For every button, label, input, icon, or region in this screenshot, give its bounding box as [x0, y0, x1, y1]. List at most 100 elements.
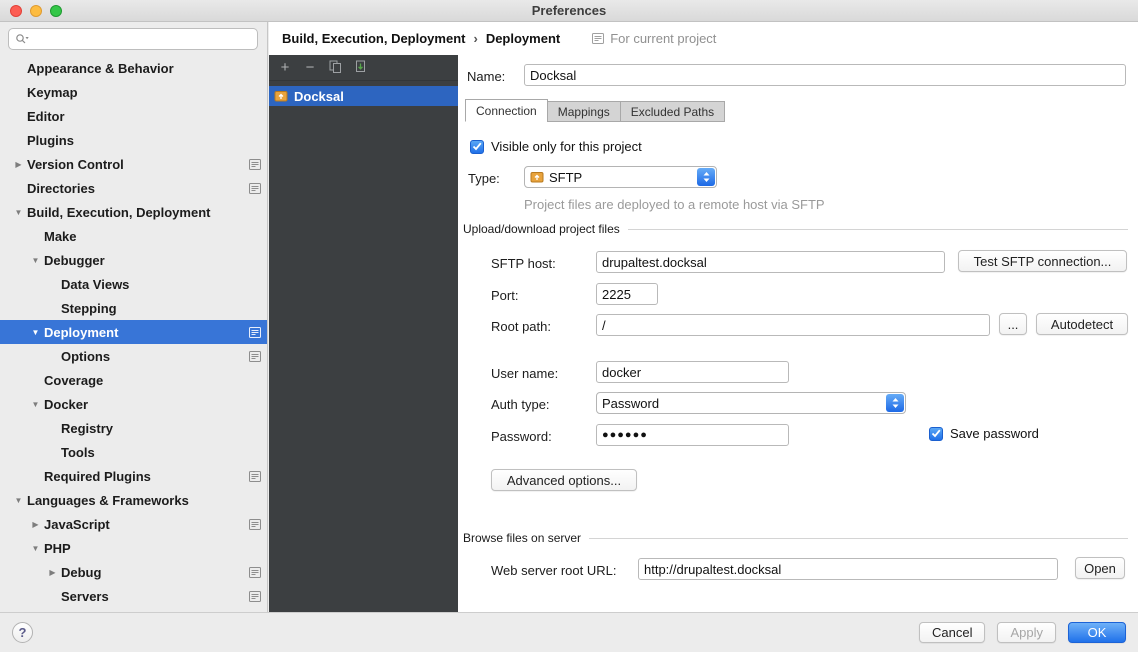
- chevron-right-icon[interactable]: ▶: [27, 520, 44, 529]
- project-settings-icon: [249, 351, 261, 362]
- breadcrumb-part-2: Deployment: [486, 31, 560, 46]
- sftp-host-label: SFTP host:: [491, 256, 556, 271]
- search-input[interactable]: [33, 32, 251, 47]
- sidebar-item-data-views[interactable]: Data Views: [0, 272, 267, 296]
- sftp-icon: [530, 170, 544, 184]
- type-value: SFTP: [549, 170, 691, 185]
- autodetect-button[interactable]: Autodetect: [1036, 313, 1128, 335]
- chevron-down-icon[interactable]: ▼: [10, 496, 27, 505]
- zoom-window-icon[interactable]: [50, 5, 62, 17]
- window-title: Preferences: [532, 3, 606, 18]
- browse-section-title: Browse files on server: [463, 531, 581, 545]
- tab-mappings[interactable]: Mappings: [547, 101, 621, 122]
- server-list-item-docksal[interactable]: Docksal: [269, 86, 458, 106]
- sidebar-item-registry[interactable]: Registry: [0, 416, 267, 440]
- chevron-down-icon[interactable]: ▼: [10, 208, 27, 217]
- cancel-button[interactable]: Cancel: [919, 622, 985, 643]
- sidebar-item-servers[interactable]: Servers: [0, 584, 267, 608]
- sidebar-item-label: Deployment: [44, 325, 118, 340]
- help-icon[interactable]: ?: [12, 622, 33, 643]
- sidebar-item-directories[interactable]: Directories: [0, 176, 267, 200]
- sidebar-item-php[interactable]: ▼PHP: [0, 536, 267, 560]
- chevron-down-icon[interactable]: ▼: [27, 328, 44, 337]
- tab-excluded-paths[interactable]: Excluded Paths: [620, 101, 725, 122]
- breadcrumb-separator-icon: ›: [473, 31, 477, 46]
- deployment-form: Name: Connection Mappings Excluded Paths…: [458, 55, 1138, 612]
- user-name-input[interactable]: [596, 361, 789, 383]
- sidebar-item-deployment[interactable]: ▼Deployment: [0, 320, 267, 344]
- main-panel: Build, Execution, Deployment › Deploymen…: [269, 22, 1138, 612]
- sidebar-item-label: Required Plugins: [44, 469, 151, 484]
- settings-tree: Appearance & Behavior Keymap Editor Plug…: [0, 56, 267, 608]
- password-input[interactable]: [596, 424, 789, 446]
- chevron-right-icon[interactable]: ▶: [10, 160, 27, 169]
- browse-root-path-button[interactable]: ...: [999, 313, 1027, 335]
- sidebar-item-appearance-behavior[interactable]: Appearance & Behavior: [0, 56, 267, 80]
- sidebar-item-make[interactable]: Make: [0, 224, 267, 248]
- chevron-down-icon[interactable]: ▼: [27, 400, 44, 409]
- sidebar-item-javascript[interactable]: ▶JavaScript: [0, 512, 267, 536]
- browse-section-header: Browse files on server: [463, 531, 1128, 545]
- open-button[interactable]: Open: [1075, 557, 1125, 579]
- sidebar-item-required-plugins[interactable]: Required Plugins: [0, 464, 267, 488]
- password-label: Password:: [491, 429, 552, 444]
- project-settings-icon: [249, 591, 261, 602]
- user-name-label: User name:: [491, 366, 558, 381]
- sidebar-item-version-control[interactable]: ▶Version Control: [0, 152, 267, 176]
- save-password-checkbox[interactable]: Save password: [929, 426, 1039, 441]
- sftp-host-input[interactable]: [596, 251, 945, 273]
- chevron-down-icon[interactable]: ▼: [27, 544, 44, 553]
- name-label: Name:: [467, 69, 505, 84]
- visible-only-label: Visible only for this project: [491, 139, 642, 154]
- sftp-server-icon: [274, 89, 288, 103]
- chevron-right-icon[interactable]: ▶: [44, 568, 61, 577]
- add-server-icon[interactable]: +: [278, 61, 292, 75]
- auth-type-select[interactable]: Password: [596, 392, 906, 414]
- breadcrumb-part-1[interactable]: Build, Execution, Deployment: [282, 31, 465, 46]
- for-current-project-label: For current project: [610, 31, 716, 46]
- remove-server-icon[interactable]: −: [303, 61, 317, 75]
- sidebar-item-coverage[interactable]: Coverage: [0, 368, 267, 392]
- test-sftp-connection-button[interactable]: Test SFTP connection...: [958, 250, 1127, 272]
- sidebar-item-label: Debug: [61, 565, 101, 580]
- sidebar-item-keymap[interactable]: Keymap: [0, 80, 267, 104]
- advanced-options-button[interactable]: Advanced options...: [491, 469, 637, 491]
- sidebar-item-label: JavaScript: [44, 517, 110, 532]
- name-input[interactable]: [524, 64, 1126, 86]
- preferences-window: Preferences Appearance & Behavior Keymap…: [0, 0, 1138, 652]
- for-current-project-badge: For current project: [592, 31, 716, 46]
- settings-search[interactable]: [8, 28, 258, 50]
- section-divider: [589, 538, 1128, 539]
- project-settings-icon: [592, 33, 604, 44]
- chevron-down-icon[interactable]: ▼: [27, 256, 44, 265]
- sidebar-item-stepping[interactable]: Stepping: [0, 296, 267, 320]
- sidebar-item-label: Registry: [61, 421, 113, 436]
- auth-type-label: Auth type:: [491, 397, 550, 412]
- minimize-window-icon[interactable]: [30, 5, 42, 17]
- import-server-icon[interactable]: [353, 60, 367, 76]
- web-root-input[interactable]: [638, 558, 1058, 580]
- root-path-input[interactable]: [596, 314, 990, 336]
- sidebar-item-debug[interactable]: ▶Debug: [0, 560, 267, 584]
- apply-button[interactable]: Apply: [997, 622, 1056, 643]
- tab-connection[interactable]: Connection: [465, 99, 548, 122]
- ok-button[interactable]: OK: [1068, 622, 1126, 643]
- visible-only-checkbox[interactable]: Visible only for this project: [470, 139, 642, 154]
- sidebar-item-editor[interactable]: Editor: [0, 104, 267, 128]
- sidebar-item-label: Tools: [61, 445, 95, 460]
- sidebar-item-options[interactable]: Options: [0, 344, 267, 368]
- sidebar-item-plugins[interactable]: Plugins: [0, 128, 267, 152]
- window-controls: [10, 5, 62, 17]
- sidebar-item-debugger[interactable]: ▼Debugger: [0, 248, 267, 272]
- breadcrumb: Build, Execution, Deployment › Deploymen…: [269, 22, 1138, 55]
- copy-server-icon[interactable]: [328, 60, 342, 76]
- sidebar-item-label: Servers: [61, 589, 109, 604]
- sidebar-item-docker[interactable]: ▼Docker: [0, 392, 267, 416]
- sidebar-item-build-execution-deployment[interactable]: ▼Build, Execution, Deployment: [0, 200, 267, 224]
- sidebar-item-tools[interactable]: Tools: [0, 440, 267, 464]
- port-input[interactable]: [596, 283, 658, 305]
- sidebar-item-languages-frameworks[interactable]: ▼Languages & Frameworks: [0, 488, 267, 512]
- type-label: Type:: [468, 171, 500, 186]
- type-select[interactable]: SFTP: [524, 166, 717, 188]
- close-window-icon[interactable]: [10, 5, 22, 17]
